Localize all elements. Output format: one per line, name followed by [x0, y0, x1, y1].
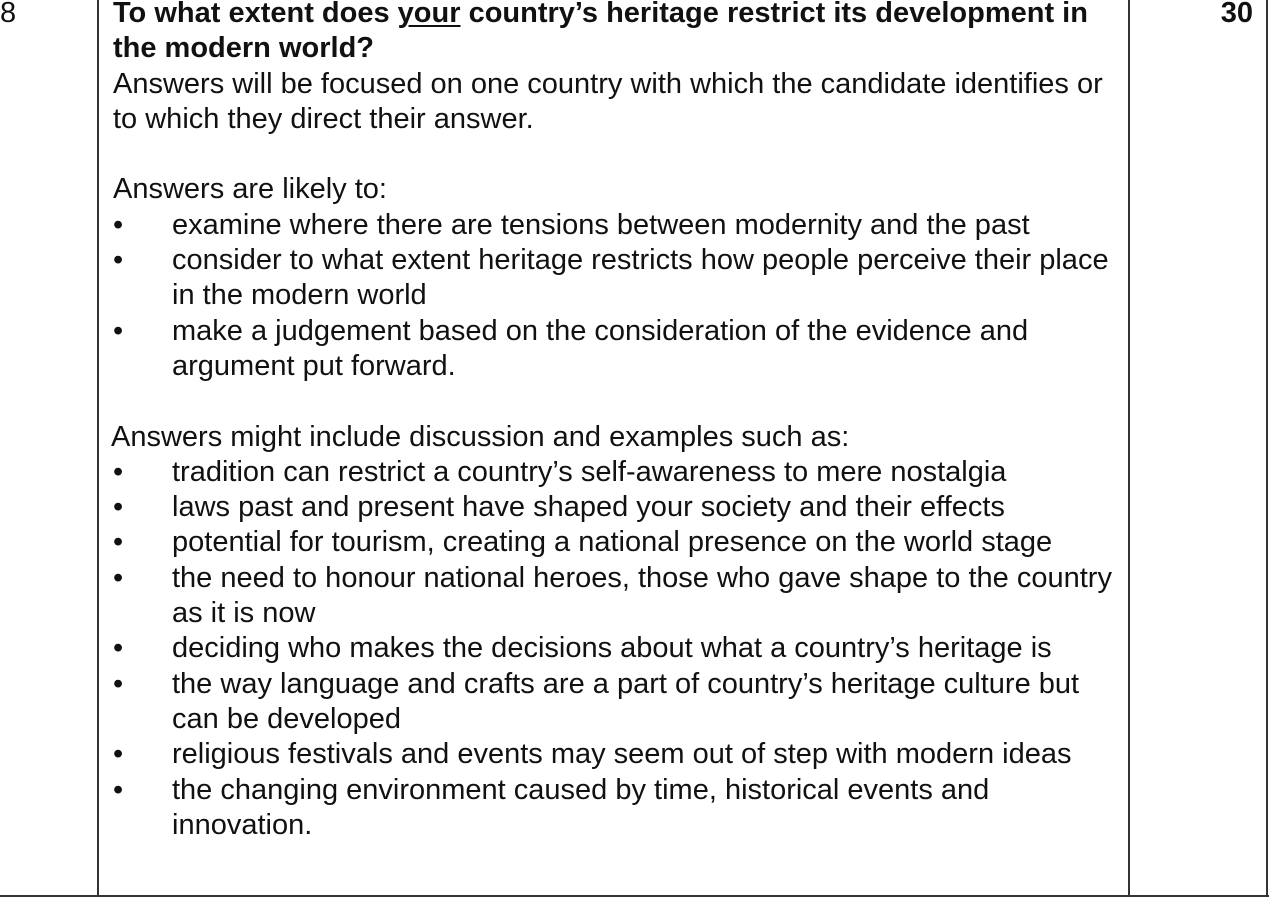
column-divider: [1128, 0, 1130, 897]
list-item-text: deciding who makes the decisions about w…: [172, 632, 1052, 665]
list-item: • consider to what extent heritage restri…: [113, 243, 1123, 314]
table-right-border: [1266, 0, 1268, 897]
bullet-icon: •: [113, 455, 124, 488]
table-bottom-border: [0, 895, 1269, 897]
bullet-icon: •: [113, 526, 124, 559]
list-item: • make a judgement based on the considera…: [113, 314, 1123, 385]
list-item-text: religious festivals and events may seem …: [172, 738, 1072, 771]
bullet-icon: •: [113, 491, 124, 524]
list-item-text: the way language and crafts are a part o…: [172, 667, 1080, 735]
list-item: • the way language and crafts are a part …: [113, 667, 1123, 738]
list-item-text: examine where there are tensions between…: [172, 208, 1030, 241]
list-item: • laws past and present have shaped your …: [113, 490, 1123, 525]
bullet-icon: •: [113, 738, 124, 771]
list-item: • tradition can restrict a country’s self…: [113, 455, 1123, 490]
bullet-icon: •: [113, 314, 124, 347]
list-item-text: consider to what extent heritage restric…: [172, 244, 1109, 312]
list-item: • the need to honour national heroes, tho…: [113, 561, 1123, 632]
list-item: • deciding who makes the decisions about …: [113, 631, 1123, 666]
question-text: To what extent does your country’s herit…: [113, 0, 1123, 67]
list-item-text: make a judgement based on the considerat…: [172, 314, 1029, 382]
list-item: • the changing environment caused by time…: [113, 773, 1123, 844]
list-item: • examine where there are tensions betwee…: [113, 208, 1123, 243]
question-number: 8: [0, 0, 17, 29]
examples-list: • tradition can restrict a country’s self…: [113, 455, 1123, 843]
list-item-text: the need to honour national heroes, thos…: [172, 561, 1112, 630]
list-item: • religious festivals and events may seem…: [113, 737, 1123, 772]
question-emphasis: your: [397, 0, 461, 29]
bullet-icon: •: [113, 632, 124, 665]
bullet-icon: •: [113, 773, 124, 806]
marks-value: 30: [1220, 0, 1253, 29]
mark-scheme-table: 8 30 To what extent does your country’s …: [0, 0, 1269, 898]
column-divider: [97, 0, 99, 897]
list-item-text: potential for tourism, creating a nation…: [172, 526, 1053, 559]
examples-heading: Answers might include discussion and exa…: [111, 420, 850, 453]
likely-heading: Answers are likely to:: [113, 173, 387, 206]
list-item-text: the changing environment caused by time,…: [172, 773, 990, 841]
bullet-icon: •: [113, 667, 124, 700]
likely-list: • examine where there are tensions betwee…: [113, 208, 1123, 384]
list-item: • potential for tourism, creating a natio…: [113, 525, 1123, 560]
question-text-start: To what extent does: [113, 0, 398, 29]
bullet-icon: •: [113, 208, 124, 241]
answer-guidance: To what extent does your country’s herit…: [111, 0, 1123, 843]
intro-text: Answers will be focused on one country w…: [113, 67, 1103, 135]
bullet-icon: •: [113, 561, 124, 594]
bullet-icon: •: [113, 244, 124, 277]
list-item-text: tradition can restrict a country’s self-…: [172, 455, 1007, 488]
list-item-text: laws past and present have shaped your s…: [172, 491, 1005, 524]
